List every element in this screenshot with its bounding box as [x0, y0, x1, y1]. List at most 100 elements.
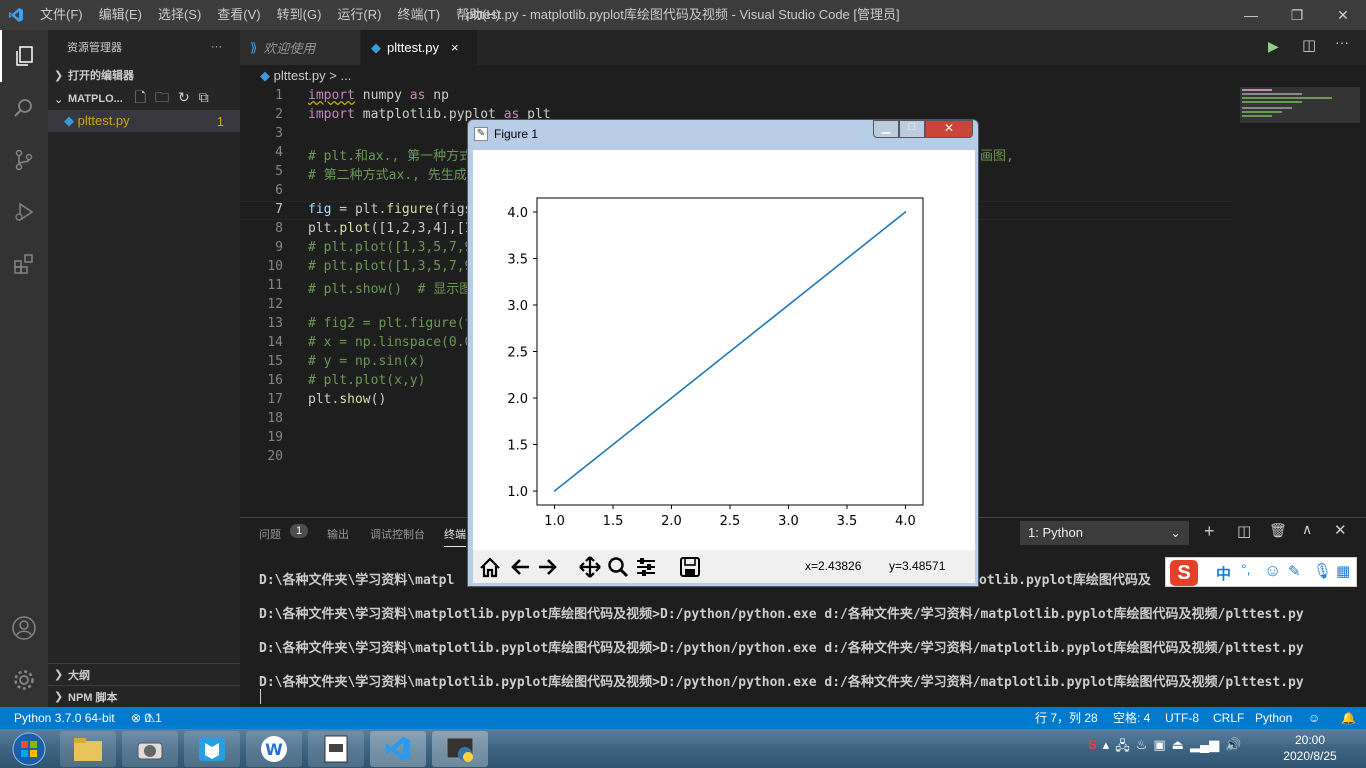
zoom-icon[interactable] — [605, 554, 631, 580]
menu-selection[interactable]: 选择(S) — [150, 0, 209, 30]
microphone-icon[interactable]: 🎙 — [1313, 562, 1332, 580]
minimize-button[interactable]: — — [1228, 0, 1274, 30]
tab-terminal[interactable]: 终端 — [444, 526, 466, 547]
signal-tray-icon[interactable]: ▂▄▆ — [1190, 737, 1219, 759]
extensions-icon[interactable] — [0, 238, 48, 290]
explorer-icon[interactable] — [0, 30, 48, 82]
more-actions-icon[interactable]: ··· — [211, 41, 222, 53]
ime-language[interactable]: 中 — [1216, 563, 1231, 584]
volume-tray-icon[interactable]: 🔊 — [1225, 737, 1241, 759]
run-file-icon[interactable]: ▶ — [1268, 38, 1279, 55]
close-button[interactable]: ✕ — [1320, 0, 1366, 30]
trash-icon[interactable]: 🗑 — [1269, 522, 1287, 539]
minimap[interactable] — [1240, 87, 1360, 517]
file-plttest[interactable]: ◆ plttest.py 1 — [48, 110, 240, 132]
vscode-taskbar-icon[interactable] — [370, 731, 426, 767]
feedback-icon[interactable]: ☺ — [1308, 707, 1320, 729]
start-button[interactable] — [2, 731, 56, 767]
new-terminal-icon[interactable]: + — [1204, 521, 1215, 542]
breadcrumb-more[interactable]: > ... — [329, 68, 351, 83]
plot-canvas[interactable]: 1.0 1.5 2.0 2.5 3.0 3.5 4.0 1.0 1.5 2.0 2.5 3.0 3.5 4… — [473, 150, 975, 550]
emoji-icon[interactable]: ☺ — [1264, 561, 1281, 581]
y-tick-label: 2.5 — [507, 346, 528, 361]
sogou-tray-icon[interactable]: S — [1088, 737, 1097, 759]
source-control-icon[interactable] — [0, 134, 48, 186]
file-explorer-taskbar-icon[interactable] — [60, 731, 116, 767]
grid-menu-icon[interactable]: ▦ — [1336, 562, 1350, 580]
outline-section[interactable]: ❯ 大纲 — [48, 663, 240, 685]
network-tray-icon[interactable]: 🖧 — [1115, 737, 1130, 759]
flame-tray-icon[interactable]: ♨ — [1136, 737, 1148, 759]
ime-toolbar: S 中 °, ☺ ✎ 🎙 ▦ — [1165, 557, 1357, 587]
punctuation-icon[interactable]: °, — [1241, 561, 1251, 577]
encoding[interactable]: UTF-8 — [1165, 707, 1199, 729]
folder-action-icons[interactable]: 🗋🗀↻⧉ — [135, 87, 218, 111]
menu-terminal[interactable]: 终端(T) — [389, 0, 448, 30]
wps-taskbar-icon[interactable]: W — [246, 731, 302, 767]
breadcrumb-file[interactable]: plttest.py — [274, 68, 326, 83]
problems-status[interactable]: ⊗ 0 ⚠ 1 — [131, 707, 162, 729]
menu-file[interactable]: 文件(F) — [32, 0, 91, 30]
close-panel-icon[interactable]: ✕ — [1334, 521, 1347, 539]
tab-welcome[interactable]: ⟫ 欢迎使用 — [240, 30, 360, 65]
figure-close-button[interactable]: ✕ — [925, 120, 973, 138]
menu-go[interactable]: 转到(G) — [269, 0, 330, 30]
menu-edit[interactable]: 编辑(E) — [91, 0, 150, 30]
home-icon[interactable] — [477, 554, 503, 580]
figure-window[interactable]: ✎ Figure 1 ▁ □ ✕ 1.0 1.5 2.0 2.5 3.0 3.5 4.0 1.… — [467, 119, 979, 587]
save-figure-icon[interactable] — [677, 554, 703, 580]
account-icon[interactable] — [0, 602, 48, 654]
menu-help[interactable]: 帮助(H) — [448, 0, 508, 30]
bell-icon[interactable]: 🔔 — [1341, 707, 1356, 729]
run-debug-icon[interactable] — [0, 186, 48, 238]
cursor-position[interactable]: 行 7，列 28 — [1035, 707, 1098, 729]
pen-icon[interactable]: ✎ — [1288, 562, 1301, 580]
book-app-taskbar-icon[interactable] — [184, 731, 240, 767]
close-tab-icon[interactable]: × — [451, 40, 459, 55]
tab-problems[interactable]: 问题 — [259, 526, 281, 542]
usb-tray-icon[interactable]: ⏏ — [1172, 737, 1184, 759]
indentation[interactable]: 空格: 4 — [1113, 707, 1150, 729]
calendar-app-taskbar-icon[interactable] — [308, 731, 364, 767]
folder-section[interactable]: ⌄ MATPLO... 🗋🗀↻⧉ — [48, 88, 240, 110]
pan-move-icon[interactable] — [577, 554, 603, 580]
python-interpreter[interactable]: Python 3.7.0 64-bit — [14, 707, 115, 729]
open-editors-section[interactable]: ❯ 打开的编辑器 — [48, 64, 240, 86]
code-line: # plt.show() # 显示图 — [308, 282, 473, 297]
back-arrow-icon[interactable] — [507, 554, 533, 580]
split-terminal-icon[interactable]: ◫ — [1237, 522, 1251, 540]
menu-run[interactable]: 运行(R) — [329, 0, 389, 30]
explorer-header: 资源管理器 ··· — [48, 30, 240, 64]
y-tick-label: 2.0 — [507, 392, 528, 407]
terminal-line: D:\各种文件夹\学习资料\matplotlib.pyplot库绘图代码及视频>… — [259, 675, 1304, 690]
more-actions-icon[interactable]: ··· — [1335, 34, 1349, 50]
restore-button[interactable]: ❐ — [1274, 0, 1320, 30]
tab-plttest[interactable]: ◆ plttest.py × — [361, 30, 477, 65]
tray-arrow-icon[interactable]: ▴ — [1103, 737, 1110, 759]
npm-scripts-section[interactable]: ❯ NPM 脚本 — [48, 685, 240, 707]
tab-output[interactable]: 输出 — [327, 526, 349, 542]
python-taskbar-icon[interactable] — [432, 731, 488, 767]
chevron-right-icon: ❯ — [54, 669, 64, 681]
settings-gear-icon[interactable] — [0, 654, 48, 706]
vscode-logo-icon — [0, 0, 32, 30]
search-icon[interactable] — [0, 82, 48, 134]
camera-app-taskbar-icon[interactable] — [122, 731, 178, 767]
figure-maximize-button[interactable]: □ — [899, 120, 925, 138]
line-number: 2 — [275, 107, 283, 122]
file-label: plttest.py — [77, 113, 130, 128]
terminal-select[interactable]: 1: Python ⌄ — [1020, 521, 1189, 545]
language-mode[interactable]: Python — [1255, 707, 1292, 729]
menu-view[interactable]: 查看(V) — [209, 0, 268, 30]
forward-arrow-icon[interactable] — [535, 554, 561, 580]
chevron-down-icon: ⌄ — [54, 93, 64, 106]
clock[interactable]: 20:00 2020/8/25 — [1280, 732, 1340, 764]
configure-subplots-icon[interactable] — [633, 554, 659, 580]
tab-debug-console[interactable]: 调试控制台 — [370, 526, 425, 542]
figure-minimize-button[interactable]: ▁ — [873, 120, 899, 138]
split-editor-icon[interactable]: ◫ — [1302, 36, 1316, 54]
sogou-logo-icon[interactable]: S — [1170, 560, 1198, 586]
line-ending[interactable]: CRLF — [1213, 707, 1244, 729]
book-tray-icon[interactable]: ▣ — [1153, 737, 1165, 759]
maximize-panel-icon[interactable]: ∧ — [1302, 521, 1312, 538]
